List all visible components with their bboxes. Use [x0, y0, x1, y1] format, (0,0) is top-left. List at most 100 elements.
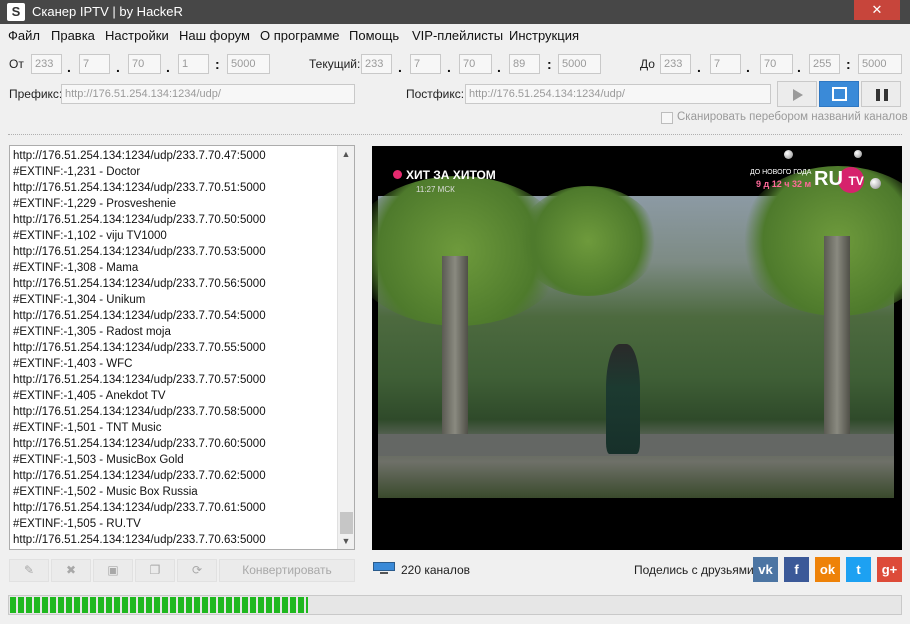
delete-icon: ✖	[65, 563, 77, 577]
copy-button[interactable]: ❐	[135, 559, 175, 582]
from-octet-4[interactable]: 1	[178, 54, 209, 74]
delete-button[interactable]: ✖	[51, 559, 91, 582]
playlist-line: #EXTINF:-1,305 - Radost moja	[13, 326, 171, 338]
rutv-ru: RU	[814, 168, 843, 190]
convert-button[interactable]: Конвертировать	[219, 559, 355, 582]
edit-button[interactable]: ✎	[9, 559, 49, 582]
walking-figure	[606, 344, 640, 454]
current-label: Текущий:	[309, 57, 361, 71]
dot-separator: .	[116, 59, 120, 75]
window-title: Сканер IPTV | by HackeR	[32, 4, 183, 19]
menu-vip-playlists[interactable]: VIP-плейлисты	[412, 28, 503, 43]
scan-progress-bar	[8, 595, 902, 615]
pause-icon	[876, 89, 888, 101]
pause-button[interactable]	[861, 81, 901, 107]
from-port[interactable]: 5000	[227, 54, 270, 74]
new-year-counter: 9 д 12 ч 32 м	[756, 179, 812, 189]
dot-separator: .	[697, 59, 701, 75]
rutv-tv: TV	[848, 174, 864, 188]
from-octet-2[interactable]: 7	[79, 54, 110, 74]
postfix-label: Постфикс:	[406, 87, 465, 101]
share-vk-button[interactable]: vk	[753, 557, 778, 582]
playlist-scrollbar[interactable]: ▲ ▼	[337, 146, 354, 549]
share-twitter-button[interactable]: t	[846, 557, 871, 582]
close-button[interactable]: ✕	[854, 0, 900, 20]
to-octet-3[interactable]: 70	[760, 54, 793, 74]
save-button[interactable]: ▣	[93, 559, 133, 582]
from-octet-1[interactable]: 233	[31, 54, 62, 74]
playlist-line: http://176.51.254.134:1234/udp/233.7.70.…	[13, 502, 266, 514]
scroll-up-icon[interactable]: ▲	[338, 146, 354, 162]
playlist-line: #EXTINF:-1,304 - Unikum	[13, 294, 146, 306]
menu-forum[interactable]: Наш форум	[179, 28, 250, 43]
playlist-line: #EXTINF:-1,403 - WFC	[13, 358, 133, 370]
to-port[interactable]: 5000	[858, 54, 902, 74]
google-plus-icon: g+	[881, 562, 898, 577]
playlist-line: http://176.51.254.134:1234/udp/233.7.70.…	[13, 470, 266, 482]
play-icon	[793, 89, 803, 101]
postfix-input[interactable]: http://176.51.254.134:1234/udp/	[465, 84, 771, 104]
playlist-line: #EXTINF:-1,102 - viju TV1000	[13, 230, 167, 242]
ornament-icon	[870, 178, 881, 189]
scan-names-checkbox[interactable]	[661, 112, 673, 124]
playlist-line: http://176.51.254.134:1234/udp/233.7.70.…	[13, 182, 266, 194]
share-label: Поделись с друзьями:	[634, 563, 758, 577]
refresh-icon: ⟳	[191, 563, 203, 577]
stop-icon	[832, 87, 847, 101]
playlist-line: http://176.51.254.134:1234/udp/233.7.70.…	[13, 310, 266, 322]
prefix-input[interactable]: http://176.51.254.134:1234/udp/	[61, 84, 355, 104]
dot-separator: .	[398, 59, 402, 75]
stop-button[interactable]	[819, 81, 859, 107]
current-octet-2[interactable]: 7	[410, 54, 441, 74]
facebook-icon: f	[794, 562, 799, 577]
current-octet-3[interactable]: 70	[459, 54, 492, 74]
colon-separator: :	[547, 56, 552, 72]
playlist-line: http://176.51.254.134:1234/udp/233.7.70.…	[13, 374, 266, 386]
to-octet-2[interactable]: 7	[710, 54, 741, 74]
share-odnoklassniki-button[interactable]: ok	[815, 557, 840, 582]
menu-settings[interactable]: Настройки	[105, 28, 169, 43]
dot-separator: .	[447, 59, 451, 75]
dot-separator: .	[67, 59, 71, 75]
video-player[interactable]: ХИТ ЗА ХИТОМ 11:27 МСК ДО НОВОГО ГОДА 9 …	[372, 146, 902, 550]
menu-instructions[interactable]: Инструкция	[509, 28, 579, 43]
playlist-line: http://176.51.254.134:1234/udp/233.7.70.…	[13, 534, 266, 546]
current-octet-1[interactable]: 233	[361, 54, 392, 74]
new-year-label: ДО НОВОГО ГОДА	[750, 169, 812, 176]
channel-logo: ХИТ ЗА ХИТОМ	[406, 168, 496, 182]
current-port[interactable]: 5000	[558, 54, 601, 74]
playlist-line: http://176.51.254.134:1234/udp/233.7.70.…	[13, 342, 266, 354]
ornament-icon	[784, 150, 793, 159]
dot-separator: .	[797, 59, 801, 75]
current-octet-4[interactable]: 89	[509, 54, 540, 74]
play-button[interactable]	[777, 81, 817, 107]
to-octet-4[interactable]: 255	[809, 54, 840, 74]
rutv-logo: RU TV	[814, 168, 864, 191]
from-octet-3[interactable]: 70	[128, 54, 161, 74]
menu-file[interactable]: Файл	[8, 28, 40, 43]
scrollbar-thumb[interactable]	[340, 512, 353, 534]
from-label: От	[9, 57, 24, 71]
copy-icon: ❐	[149, 563, 161, 577]
colon-separator: :	[215, 56, 220, 72]
share-google-plus-button[interactable]: g+	[877, 557, 902, 582]
share-facebook-button[interactable]: f	[784, 557, 809, 582]
refresh-button[interactable]: ⟳	[177, 559, 217, 582]
colon-separator: :	[846, 56, 851, 72]
to-octet-1[interactable]: 233	[660, 54, 691, 74]
playlist-line: #EXTINF:-1,231 - Doctor	[13, 166, 141, 178]
to-label: До	[640, 57, 655, 71]
playlist-line: http://176.51.254.134:1234/udp/233.7.70.…	[13, 246, 266, 258]
scroll-down-icon[interactable]: ▼	[338, 533, 354, 549]
section-divider	[8, 134, 902, 135]
playlist-line: http://176.51.254.134:1234/udp/233.7.70.…	[13, 438, 266, 450]
dot-separator: .	[746, 59, 750, 75]
menu-about[interactable]: О программе	[260, 28, 340, 43]
menu-edit[interactable]: Правка	[51, 28, 95, 43]
channels-count: 220 каналов	[401, 563, 471, 577]
playlist-textarea[interactable]: http://176.51.254.134:1234/udp/233.7.70.…	[9, 145, 355, 550]
app-icon: S	[7, 3, 25, 21]
playlist-line: #EXTINF:-1,405 - Anekdot TV	[13, 390, 166, 402]
playlist-line: #EXTINF:-1,505 - RU.TV	[13, 518, 141, 530]
menu-help[interactable]: Помощь	[349, 28, 399, 43]
